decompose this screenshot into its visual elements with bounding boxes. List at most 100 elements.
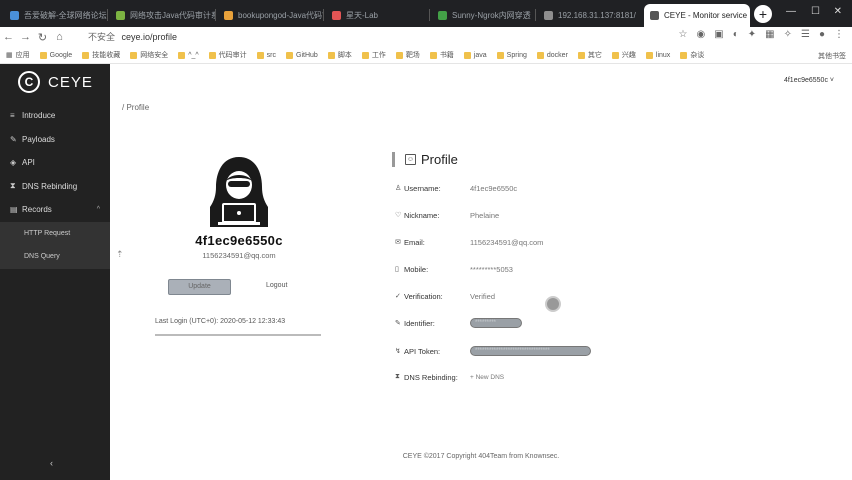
- api-token-value[interactable]: ********************************: [470, 346, 591, 356]
- folder-icon: [130, 51, 138, 59]
- browser-tab[interactable]: Sunny-Ngrok内网穿透: [432, 4, 536, 27]
- bookmark-item[interactable]: 技能收藏: [82, 50, 120, 60]
- maximize-icon[interactable]: ☐: [811, 6, 820, 17]
- tab-favicon-icon: [650, 11, 659, 20]
- profile-username: 4f1ec9e6550c: [195, 233, 283, 248]
- browser-tab[interactable]: 192.168.31.137:8181/: [538, 4, 642, 27]
- sidebar-item-label: DNS Rebinding: [22, 181, 78, 191]
- bookmark-item[interactable]: GitHub: [286, 51, 318, 59]
- token-icon: ↯: [395, 348, 401, 355]
- check-icon: ✓: [395, 293, 401, 300]
- bookmark-item[interactable]: ▦ 应用: [6, 50, 30, 60]
- bookmark-item[interactable]: 网络安全: [130, 50, 168, 60]
- tab-label: bookupongod-Java代码审计: [238, 11, 324, 20]
- bookmark-item[interactable]: ^_^: [178, 51, 199, 59]
- forward-icon[interactable]: →: [17, 31, 34, 43]
- field-label: API Token:: [404, 346, 441, 356]
- sidebar-subitem-dns-query[interactable]: DNS Query: [0, 245, 110, 269]
- bookmark-item[interactable]: linux: [645, 51, 670, 59]
- folder-icon: [361, 51, 369, 59]
- bookmark-item[interactable]: src: [256, 51, 276, 59]
- api-icon: ◈: [10, 158, 17, 168]
- bookmark-item[interactable]: Spring: [496, 51, 527, 59]
- extension-icon[interactable]: ◐: [733, 29, 739, 40]
- apps-icon: ▦: [6, 52, 13, 59]
- tab-label: CEYE - Monitor service: [664, 11, 748, 20]
- tab-favicon-icon: [224, 11, 233, 20]
- extension-icon[interactable]: ◉: [697, 29, 706, 40]
- bookmark-item[interactable]: 工作: [361, 50, 386, 60]
- close-window-icon[interactable]: ✕: [834, 6, 842, 17]
- pencil-icon: ✎: [10, 134, 17, 144]
- bookmark-item[interactable]: 书籍: [429, 50, 454, 60]
- bookmark-item[interactable]: 兴趣: [611, 50, 636, 60]
- folder-icon: [645, 51, 653, 59]
- bookmark-item[interactable]: 靶场: [395, 50, 420, 60]
- browser-tab[interactable]: 星天-Lab: [326, 4, 430, 27]
- footer: CEYE ©2017 Copyright 404Team from Knowns…: [402, 453, 560, 460]
- sidebar: C CEYE ≡ Introduce ✎ Payloads ◈ API ⧗ DN…: [0, 64, 110, 480]
- hourglass-icon: ⧗: [10, 181, 16, 191]
- sidebar-item-api[interactable]: ◈ API: [0, 151, 110, 175]
- menu-icon[interactable]: ⋮: [834, 29, 844, 40]
- back-icon[interactable]: ←: [0, 31, 17, 43]
- new-dns-link[interactable]: + New DNS: [470, 374, 504, 381]
- minimize-icon[interactable]: —: [786, 6, 796, 17]
- field-label: Username:: [404, 183, 441, 193]
- profile-heading: ☺ Profile: [405, 152, 458, 167]
- collapse-sidebar-icon[interactable]: ‹: [50, 458, 53, 468]
- field-value: Phelaine: [470, 210, 500, 220]
- breadcrumb-current: Profile: [126, 103, 150, 112]
- bookmark-item[interactable]: 杂谈: [680, 50, 704, 60]
- tab-favicon-icon: [332, 11, 341, 20]
- address-bar[interactable]: 不安全 ceye.io/profile: [88, 30, 177, 43]
- extension-icon[interactable]: ☰: [801, 29, 810, 40]
- field-value: 4f1ec9e6550c: [470, 183, 518, 193]
- browser-tab-active[interactable]: CEYE - Monitor service ×: [644, 4, 750, 27]
- bookmarks-bar: ▦ 应用 Google 技能收藏 网络安全 ^_^ 代码审计 src GitHub…: [0, 47, 852, 64]
- identifier-value[interactable]: *********: [470, 318, 522, 328]
- reload-icon[interactable]: ↻: [34, 31, 51, 44]
- browser-tab[interactable]: 网络攻击Java代码审计系统: [110, 4, 216, 27]
- bookmark-item[interactable]: 代码审计: [208, 50, 247, 60]
- extension-icon[interactable]: ▣: [714, 29, 723, 40]
- bookmark-star-icon[interactable]: ☆: [679, 29, 688, 40]
- cursor-highlight-icon: [545, 296, 561, 312]
- sidebar-item-records[interactable]: ▤ Records ^: [0, 198, 110, 222]
- extension-icon[interactable]: ✦: [748, 29, 756, 40]
- account-name: 4f1ec9e6550c: [783, 77, 828, 84]
- bookmark-item[interactable]: 其它: [577, 50, 602, 60]
- tab-label: 网络攻击Java代码审计系统: [130, 11, 216, 20]
- bookmark-item[interactable]: Google: [39, 51, 72, 59]
- logout-link[interactable]: Logout: [266, 282, 287, 289]
- logo[interactable]: C CEYE: [0, 64, 110, 100]
- profile-icon[interactable]: ●: [819, 29, 825, 40]
- field-verification: ✓ Verification: Verified: [395, 290, 495, 302]
- sidebar-item-introduce[interactable]: ≡ Introduce: [0, 104, 110, 128]
- home-icon[interactable]: ⌂: [51, 31, 68, 43]
- field-label: DNS Rebinding:: [404, 372, 458, 382]
- update-button[interactable]: Update: [168, 279, 231, 295]
- sidebar-subitem-http-request[interactable]: HTTP Request: [0, 222, 110, 246]
- extension-icon[interactable]: ▦: [765, 29, 774, 40]
- sidebar-item-label: API: [22, 158, 35, 168]
- bookmark-item[interactable]: java: [463, 51, 487, 59]
- account-menu[interactable]: 4f1ec9e6550c ˅: [784, 77, 834, 84]
- divider: [155, 334, 321, 336]
- sidebar-item-payloads[interactable]: ✎ Payloads: [0, 128, 110, 152]
- extension-icon[interactable]: ✧: [784, 29, 792, 40]
- logo-text: CEYE: [48, 73, 93, 91]
- chevron-up-icon: ^: [96, 206, 100, 214]
- bookmark-item[interactable]: docker: [536, 51, 568, 59]
- browser-tab[interactable]: 吾爱破解-全球网络论坛: [4, 4, 108, 27]
- folder-icon: [395, 51, 403, 59]
- browser-tab[interactable]: bookupongod-Java代码审计: [218, 4, 324, 27]
- breadcrumb-separator: /: [122, 103, 125, 112]
- sidebar-item-dns-rebinding[interactable]: ⧗ DNS Rebinding: [0, 175, 110, 199]
- new-tab-button[interactable]: +: [754, 5, 772, 23]
- other-bookmarks[interactable]: 其他书签: [818, 51, 846, 61]
- tab-label: 星天-Lab: [346, 11, 379, 20]
- field-label: Verification:: [404, 291, 443, 301]
- bookmark-item[interactable]: 脚本: [327, 50, 352, 60]
- folder-icon: [286, 51, 294, 59]
